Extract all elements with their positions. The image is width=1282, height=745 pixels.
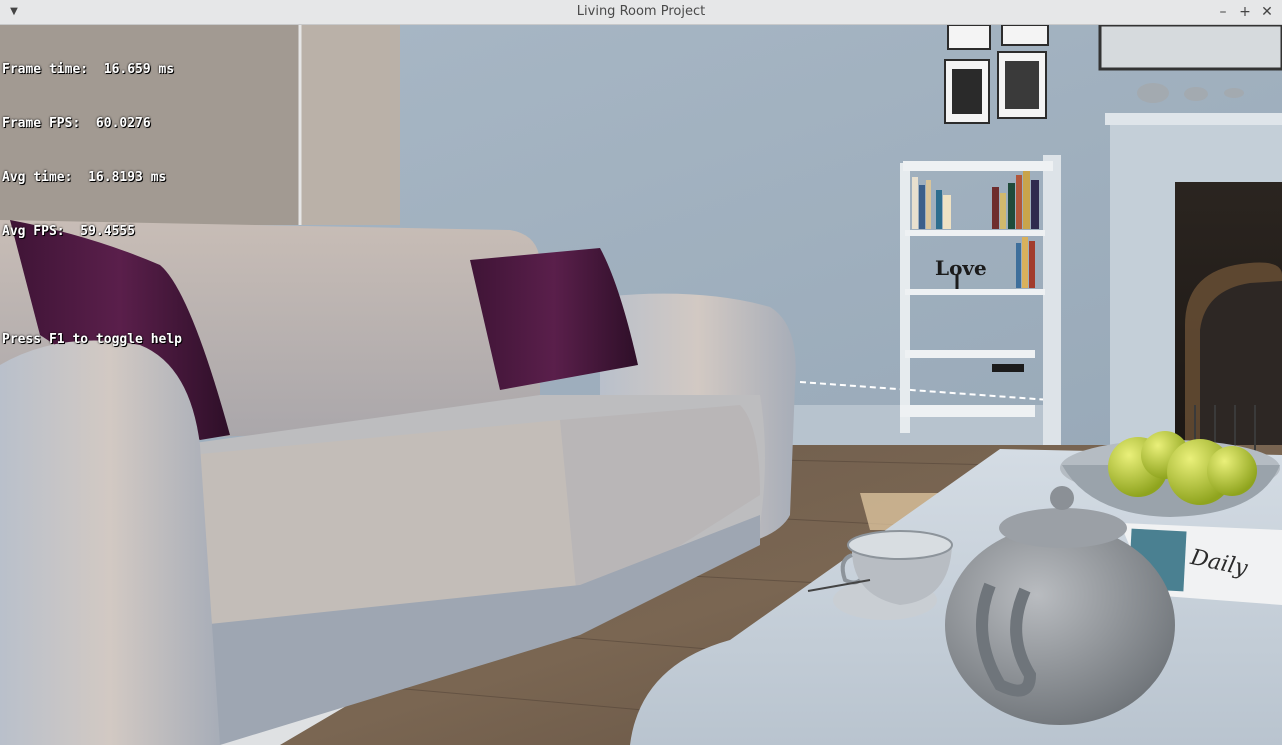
fireplace (1105, 83, 1282, 455)
avg-fps-readout: Avg FPS: 59.4555 (2, 224, 136, 239)
performance-overlay: Frame time: 16.659 ms Frame FPS: 60.0276… (2, 25, 182, 385)
minimize-button[interactable]: – (1214, 3, 1232, 21)
title-bar[interactable]: ▼ Living Room Project – + ✕ (0, 0, 1282, 25)
window-title: Living Room Project (576, 4, 706, 19)
app-window: ▼ Living Room Project – + ✕ Love Daily F… (0, 0, 1282, 745)
love-sign: Love (935, 256, 987, 280)
avg-time-readout: Avg time: 16.8193 ms (2, 170, 167, 185)
help-hint: Press F1 to toggle help (2, 332, 183, 347)
frame-fps-readout: Frame FPS: 60.0276 (2, 116, 151, 131)
scene-render: Love Daily (0, 25, 1282, 745)
maximize-button[interactable]: + (1236, 3, 1254, 21)
close-button[interactable]: ✕ (1258, 3, 1276, 21)
render-viewport[interactable]: Love Daily Frame time: 16.659 ms Frame F… (0, 25, 1282, 745)
sofa-left-arm (0, 340, 220, 745)
frame-time-readout: Frame time: 16.659 ms (2, 62, 175, 77)
wall-mirror (1098, 25, 1282, 71)
